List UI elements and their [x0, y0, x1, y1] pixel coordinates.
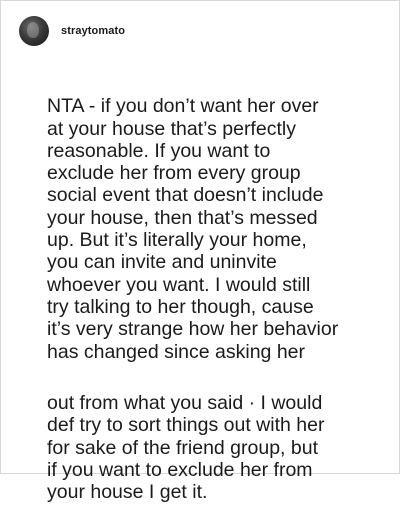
- comment-body: NTA - if you don’t want her over at your…: [47, 73, 382, 526]
- comment-card: straytomato NTA - if you don’t want her …: [0, 0, 400, 503]
- comment-paragraph: NTA - if you don’t want her over at your…: [47, 95, 339, 363]
- avatar[interactable]: [19, 16, 49, 46]
- comment-header: straytomato: [19, 16, 125, 46]
- comment-paragraph: out from what you said · I would def try…: [47, 392, 325, 504]
- username[interactable]: straytomato: [61, 25, 125, 37]
